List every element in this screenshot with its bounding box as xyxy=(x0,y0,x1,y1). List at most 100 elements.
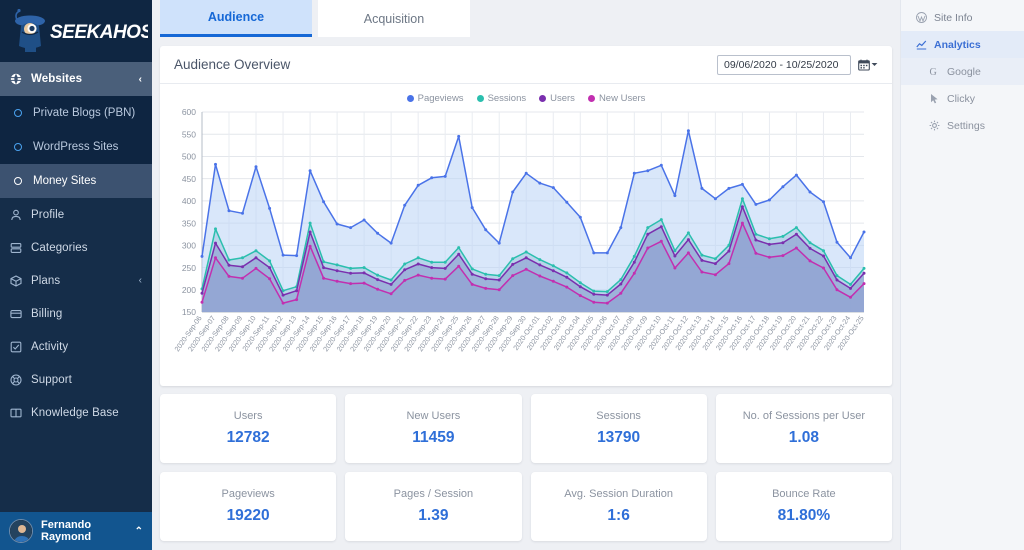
cursor-icon xyxy=(928,93,940,104)
legend-swatch-new-users xyxy=(587,95,595,102)
svg-text:400: 400 xyxy=(182,196,196,206)
tab-acquisition[interactable]: Acquisition xyxy=(318,0,470,37)
ring-icon xyxy=(14,177,29,185)
sidebar-item-support[interactable]: Support xyxy=(0,363,152,396)
book-icon xyxy=(10,407,27,419)
stat-label: Pageviews xyxy=(221,488,275,500)
user-account-bar[interactable]: Fernando Raymond ⌃ xyxy=(0,512,152,550)
right-subitem-settings[interactable]: Settings xyxy=(901,112,1024,139)
legend-item-new-users[interactable]: New Users xyxy=(587,93,645,104)
left-sidebar: SEEKAHOST Websites ‹ Private Blogs (PBN)… xyxy=(0,0,152,550)
legend-label-pageviews: Pageviews xyxy=(417,93,464,104)
right-subitem-clicky-label: Clicky xyxy=(947,92,975,105)
stats-row-2: Pageviews 19220 Pages / Session 1.39 Avg… xyxy=(160,472,892,541)
box-icon xyxy=(10,274,27,287)
legend-item-sessions[interactable]: Sessions xyxy=(476,93,526,104)
stat-label: Sessions xyxy=(596,410,641,422)
stat-label: No. of Sessions per User xyxy=(742,410,866,422)
stat-card-new-users[interactable]: New Users 11459 xyxy=(345,394,522,463)
calendar-picker-button[interactable] xyxy=(858,59,878,71)
stat-value: 11459 xyxy=(412,429,455,446)
stat-value: 81.80% xyxy=(777,507,831,524)
user-name-label: Fernando Raymond xyxy=(41,519,92,543)
sidebar-nav: Websites ‹ Private Blogs (PBN) WordPress… xyxy=(0,62,152,512)
sidebar-item-categories[interactable]: Categories xyxy=(0,231,152,264)
right-item-site-info-label: Site Info xyxy=(934,11,973,24)
chevron-left-icon: ‹ xyxy=(138,73,142,85)
chevron-up-icon: ⌃ xyxy=(134,525,143,537)
ring-icon xyxy=(14,143,29,151)
globe-icon xyxy=(10,73,27,85)
layers-icon xyxy=(10,242,27,254)
seekahost-logo-icon: SEEKAHOST xyxy=(15,9,148,52)
svg-text:600: 600 xyxy=(182,107,196,117)
sidebar-subitem-private-blogs[interactable]: Private Blogs (PBN) xyxy=(0,96,152,130)
date-range-input[interactable] xyxy=(717,54,851,75)
wordpress-icon xyxy=(915,12,927,23)
stat-card-avg-session-duration[interactable]: Avg. Session Duration 1:6 xyxy=(530,472,707,541)
panel-header: Audience Overview xyxy=(160,46,892,84)
sidebar-subitem-private-blogs-label: Private Blogs (PBN) xyxy=(33,107,136,119)
stat-value: 13790 xyxy=(597,429,641,446)
stats-row-1: Users 12782 New Users 11459 Sessions 137… xyxy=(160,394,892,463)
chevron-left-icon: ‹ xyxy=(138,275,142,286)
legend-item-pageviews[interactable]: Pageviews xyxy=(406,93,464,104)
sidebar-sublist-websites: Private Blogs (PBN) WordPress Sites Mone… xyxy=(0,96,152,198)
sidebar-subitem-money-sites-label: Money Sites xyxy=(33,175,97,187)
sidebar-subitem-money-sites[interactable]: Money Sites xyxy=(0,164,152,198)
sidebar-item-knowledge-base-label: Knowledge Base xyxy=(31,406,119,419)
sidebar-item-support-label: Support xyxy=(31,373,72,386)
ring-icon xyxy=(14,109,29,117)
right-subitem-clicky[interactable]: Clicky xyxy=(901,85,1024,112)
svg-text:G: G xyxy=(929,67,936,77)
sidebar-item-knowledge-base[interactable]: Knowledge Base xyxy=(0,396,152,429)
avatar xyxy=(9,519,33,543)
audience-overview-panel: Audience Overview 09/06/2020 - 10/25/202… xyxy=(160,46,892,386)
sidebar-item-profile[interactable]: Profile xyxy=(0,198,152,231)
stat-label: Avg. Session Duration xyxy=(564,488,673,500)
user-icon xyxy=(10,209,27,221)
sidebar-item-plans[interactable]: Plans ‹ xyxy=(0,264,152,297)
date-range-control xyxy=(717,54,878,75)
tab-audience[interactable]: Audience xyxy=(160,0,312,37)
legend-swatch-pageviews xyxy=(406,95,414,102)
right-item-site-info[interactable]: Site Info xyxy=(901,4,1024,31)
stat-card-pages-per-session[interactable]: Pages / Session 1.39 xyxy=(345,472,522,541)
stat-value: 1.08 xyxy=(788,429,819,446)
svg-text:250: 250 xyxy=(182,263,196,273)
stat-card-sessions[interactable]: Sessions 13790 xyxy=(530,394,707,463)
stat-label: New Users xyxy=(406,410,461,422)
legend-label-users: Users xyxy=(550,93,575,104)
svg-text:SEEKAHOST: SEEKAHOST xyxy=(50,22,148,43)
audience-chart[interactable]: 150 200 250 300 350 400 450 500 550 600 2020-Sep-0… xyxy=(160,106,892,386)
sidebar-item-billing[interactable]: Billing xyxy=(0,297,152,330)
svg-text:350: 350 xyxy=(182,218,196,228)
calendar-icon xyxy=(858,59,870,71)
stat-card-pageviews[interactable]: Pageviews 19220 xyxy=(160,472,337,541)
stat-label: Bounce Rate xyxy=(772,488,836,500)
right-subitem-google-label: Google xyxy=(947,65,981,78)
chevron-down-icon xyxy=(871,63,878,66)
main-content: Audience Acquisition Audience Overview 0… xyxy=(152,0,900,550)
stat-card-users[interactable]: Users 12782 xyxy=(160,394,337,463)
sidebar-item-websites[interactable]: Websites ‹ xyxy=(0,62,152,96)
chart-legend: Pageviews Sessions Users New Users xyxy=(160,84,892,106)
right-item-analytics[interactable]: Analytics xyxy=(901,31,1024,58)
svg-text:200: 200 xyxy=(182,285,196,295)
stats-section: Users 12782 New Users 11459 Sessions 137… xyxy=(152,386,900,549)
legend-item-users[interactable]: Users xyxy=(539,93,575,104)
page-title: Audience Overview xyxy=(174,57,291,72)
legend-swatch-users xyxy=(539,95,547,102)
svg-text:300: 300 xyxy=(182,241,196,251)
stat-label: Pages / Session xyxy=(393,488,474,500)
google-icon: G xyxy=(928,66,940,77)
right-subitem-google[interactable]: G Google xyxy=(901,58,1024,85)
right-item-analytics-label: Analytics xyxy=(934,38,981,51)
sidebar-item-activity[interactable]: Activity xyxy=(0,330,152,363)
stat-value: 1:6 xyxy=(607,507,630,524)
sidebar-subitem-wordpress-sites[interactable]: WordPress Sites xyxy=(0,130,152,164)
stat-card-sessions-per-user[interactable]: No. of Sessions per User 1.08 xyxy=(715,394,892,463)
card-icon xyxy=(10,308,27,320)
stat-card-bounce-rate[interactable]: Bounce Rate 81.80% xyxy=(715,472,892,541)
brand-logo[interactable]: SEEKAHOST xyxy=(0,0,152,62)
